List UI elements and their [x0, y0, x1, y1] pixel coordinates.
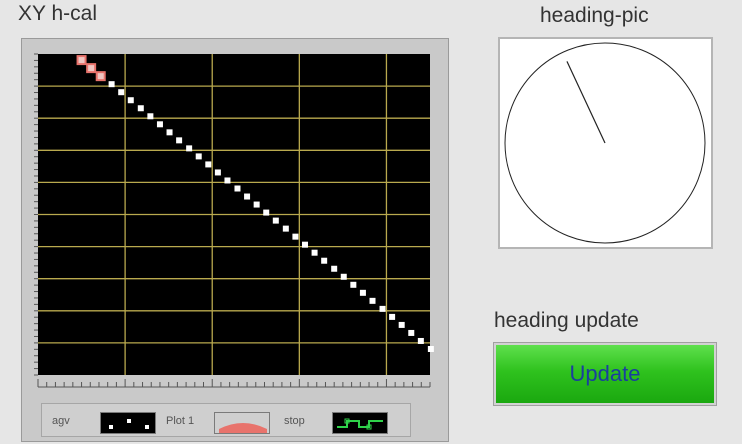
agv-point [214, 169, 221, 176]
agv-point [234, 185, 241, 192]
agv-point [311, 249, 318, 256]
agv-point [186, 145, 193, 152]
agv-point [137, 105, 144, 112]
heading-pic-title: heading-pic [540, 4, 649, 27]
plot-legend: agv Plot 1 stop [41, 403, 411, 437]
agv-point [108, 81, 115, 88]
agv-point [389, 313, 396, 320]
agv-point [244, 193, 251, 200]
agv-point [156, 121, 163, 128]
agv-point [321, 257, 328, 264]
agv-point [417, 337, 424, 344]
update-button[interactable]: Update [494, 343, 716, 405]
agv-point [340, 273, 347, 280]
agv-point [127, 97, 134, 104]
agv-point [350, 281, 357, 288]
agv-point [272, 217, 279, 224]
xy-plot-area[interactable] [22, 39, 450, 403]
agv-point [195, 153, 202, 160]
agv-point [224, 177, 231, 184]
legend-swatch-stop[interactable] [332, 412, 388, 434]
agv-point [263, 209, 270, 216]
agv-point [205, 161, 212, 168]
xy-graph-title: XY h-cal [18, 2, 97, 25]
legend-label-agv: agv [52, 415, 70, 427]
agv-point [359, 289, 366, 296]
agv-point [301, 241, 308, 248]
legend-swatch-agv[interactable] [100, 412, 156, 434]
agv-point [427, 345, 434, 352]
legend-label-plot1: Plot 1 [166, 415, 195, 427]
agv-point [147, 113, 154, 120]
compass-dial [504, 42, 706, 244]
agv-point [282, 225, 289, 232]
legend-label-stop: stop [284, 415, 305, 427]
xy-graph: agv Plot 1 stop [21, 38, 449, 442]
plot1-point [95, 71, 106, 82]
plot1-point [76, 55, 87, 66]
agv-point [292, 233, 299, 240]
legend-swatch-plot1[interactable] [214, 412, 270, 434]
agv-point [118, 89, 125, 96]
heading-update-label: heading update [494, 309, 639, 332]
agv-point [408, 329, 415, 336]
agv-point [253, 201, 260, 208]
agv-point [369, 297, 376, 304]
agv-point [379, 305, 386, 312]
heading-compass [498, 37, 713, 249]
agv-point [331, 265, 338, 272]
agv-point [176, 137, 183, 144]
agv-point [398, 321, 405, 328]
plot1-point [86, 63, 97, 74]
agv-point [166, 129, 173, 136]
